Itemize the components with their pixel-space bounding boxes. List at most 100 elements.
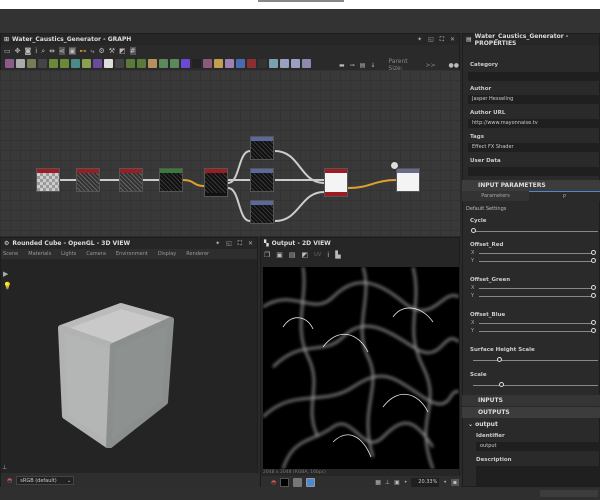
slider-track[interactable] xyxy=(479,288,594,289)
float-icon[interactable]: ◱ xyxy=(226,240,232,248)
atomic-node-icon[interactable] xyxy=(71,59,80,68)
atomic-node-icon[interactable] xyxy=(170,59,179,68)
description-field[interactable] xyxy=(476,466,600,486)
node-channel-middle[interactable] xyxy=(250,168,274,192)
slider-handle[interactable] xyxy=(591,328,596,333)
window-grip[interactable] xyxy=(258,0,344,2)
atomic-node-icon[interactable] xyxy=(82,59,91,68)
node-channel-bottom[interactable] xyxy=(250,200,274,224)
slider-handle[interactable] xyxy=(591,285,596,290)
slider-handle[interactable] xyxy=(591,250,596,255)
atomic-node-icon[interactable] xyxy=(236,59,245,68)
info-icon[interactable]: i xyxy=(35,47,37,55)
axis-icon[interactable]: ⊥ xyxy=(2,464,7,471)
pin-node-icon[interactable]: ⊸ xyxy=(350,62,355,69)
parent-size-dropdown[interactable]: >> xyxy=(425,62,435,69)
slider-track[interactable] xyxy=(473,385,598,386)
light-icon[interactable]: 💡 xyxy=(3,282,12,290)
atomic-node-icon[interactable] xyxy=(192,59,201,68)
node-output[interactable] xyxy=(396,168,420,192)
node-noise[interactable] xyxy=(36,168,60,192)
close-icon[interactable]: ✕ xyxy=(450,36,455,44)
atomic-node-icon[interactable] xyxy=(148,59,157,68)
pin-marker-icon[interactable]: ↓ xyxy=(370,62,375,69)
menu-scene[interactable]: Scene xyxy=(3,251,18,257)
share-icon[interactable]: ⋖ xyxy=(59,47,65,55)
atomic-node-icon[interactable] xyxy=(269,59,278,68)
atomic-node-icon[interactable] xyxy=(225,59,234,68)
histogram-icon[interactable]: ▙ xyxy=(335,251,340,259)
close-icon[interactable]: ✕ xyxy=(248,240,253,248)
node-split[interactable] xyxy=(204,168,228,197)
atomic-node-icon[interactable] xyxy=(104,59,113,68)
move-icon[interactable]: ✥ xyxy=(15,47,21,55)
user-data-field[interactable] xyxy=(468,167,600,176)
graph-canvas[interactable] xyxy=(0,70,460,236)
atomic-node-icon[interactable] xyxy=(302,59,311,68)
node-channel-top[interactable] xyxy=(250,136,274,160)
atomic-node-icon[interactable] xyxy=(115,59,124,68)
save-icon[interactable]: ▣ xyxy=(276,251,283,259)
output-item-header[interactable]: ⌄ output xyxy=(468,421,498,428)
slider-track[interactable] xyxy=(479,331,594,332)
slider-handle[interactable] xyxy=(471,228,476,233)
frame-node-icon[interactable]: ▤ xyxy=(360,62,366,69)
pin-icon[interactable]: ✦ xyxy=(215,240,220,248)
tags-field[interactable]: Effect FX Shader xyxy=(468,143,600,152)
grid-icon[interactable]: # xyxy=(129,47,136,55)
atomic-node-icon[interactable] xyxy=(60,59,69,68)
wrench-icon[interactable]: ⚒ xyxy=(109,47,115,55)
author-field[interactable]: Jasper Hesseling xyxy=(468,95,600,104)
image-icon[interactable]: ◩ xyxy=(119,47,126,55)
menu-camera[interactable]: Camera xyxy=(86,251,106,257)
checker-background-swatch[interactable] xyxy=(306,477,316,487)
route-icon[interactable]: ⤷ xyxy=(91,47,95,56)
inputs-header[interactable]: INPUTS xyxy=(462,395,600,406)
node-filter-3[interactable] xyxy=(159,168,183,192)
tab-parameters[interactable]: Parameters xyxy=(462,191,529,201)
uv-toggle[interactable]: UV xyxy=(314,252,321,258)
zoom-in-icon[interactable]: • xyxy=(443,479,447,486)
link-icon[interactable]: ⇹ xyxy=(49,47,55,55)
atomic-node-icon[interactable] xyxy=(214,59,223,68)
frame-icon[interactable]: ▭ xyxy=(4,47,11,55)
menu-lights[interactable]: Lights xyxy=(61,251,76,257)
tab-presets[interactable]: P xyxy=(529,191,600,201)
info-icon[interactable]: i xyxy=(327,251,329,259)
node-filter-1[interactable] xyxy=(76,168,100,192)
maximize-icon[interactable]: ⛶ xyxy=(440,36,444,44)
atomic-node-icon[interactable] xyxy=(258,59,267,68)
lock-icon[interactable]: ▪ xyxy=(450,478,459,486)
identifier-field[interactable]: output xyxy=(476,442,600,451)
author-url-field[interactable]: http://www.mayonnaise.tv xyxy=(468,119,600,128)
maximize-icon[interactable]: ⛶ xyxy=(238,240,242,248)
atomic-node-icon[interactable] xyxy=(137,59,146,68)
align-icon[interactable]: ▣ xyxy=(68,47,76,55)
menu-display[interactable]: Display xyxy=(158,251,176,257)
slider-handle[interactable] xyxy=(591,258,596,263)
atomic-node-icon[interactable] xyxy=(16,59,25,68)
link-toggle-icon[interactable]: ●● xyxy=(449,62,459,69)
slider-track[interactable] xyxy=(479,261,594,262)
fit-icon[interactable]: ▣ xyxy=(394,479,400,486)
atomic-node-icon[interactable] xyxy=(27,59,36,68)
atomic-node-icon[interactable] xyxy=(38,59,47,68)
slider-track[interactable] xyxy=(479,296,594,297)
gray-background-swatch[interactable] xyxy=(293,477,303,487)
color-space-icon[interactable]: ◓ xyxy=(271,479,276,486)
atomic-node-icon[interactable] xyxy=(181,59,190,68)
comment-icon[interactable]: ▬ xyxy=(339,62,345,69)
copy-icon[interactable]: ❐ xyxy=(264,251,270,259)
export-icon[interactable]: ◩ xyxy=(302,251,309,259)
category-field[interactable] xyxy=(468,72,600,81)
atomic-node-icon[interactable] xyxy=(126,59,135,68)
camera-icon[interactable]: ◙ xyxy=(25,47,32,55)
atomic-node-icon[interactable] xyxy=(49,59,58,68)
slider-track[interactable] xyxy=(479,253,594,254)
menu-environment[interactable]: Environment xyxy=(116,251,148,257)
node-filter-2[interactable] xyxy=(119,168,143,192)
slider-track[interactable] xyxy=(473,360,598,361)
caustics-output-image[interactable] xyxy=(263,267,459,469)
gear-icon[interactable]: ⚙ xyxy=(98,47,104,55)
atomic-node-icon[interactable] xyxy=(5,59,14,68)
